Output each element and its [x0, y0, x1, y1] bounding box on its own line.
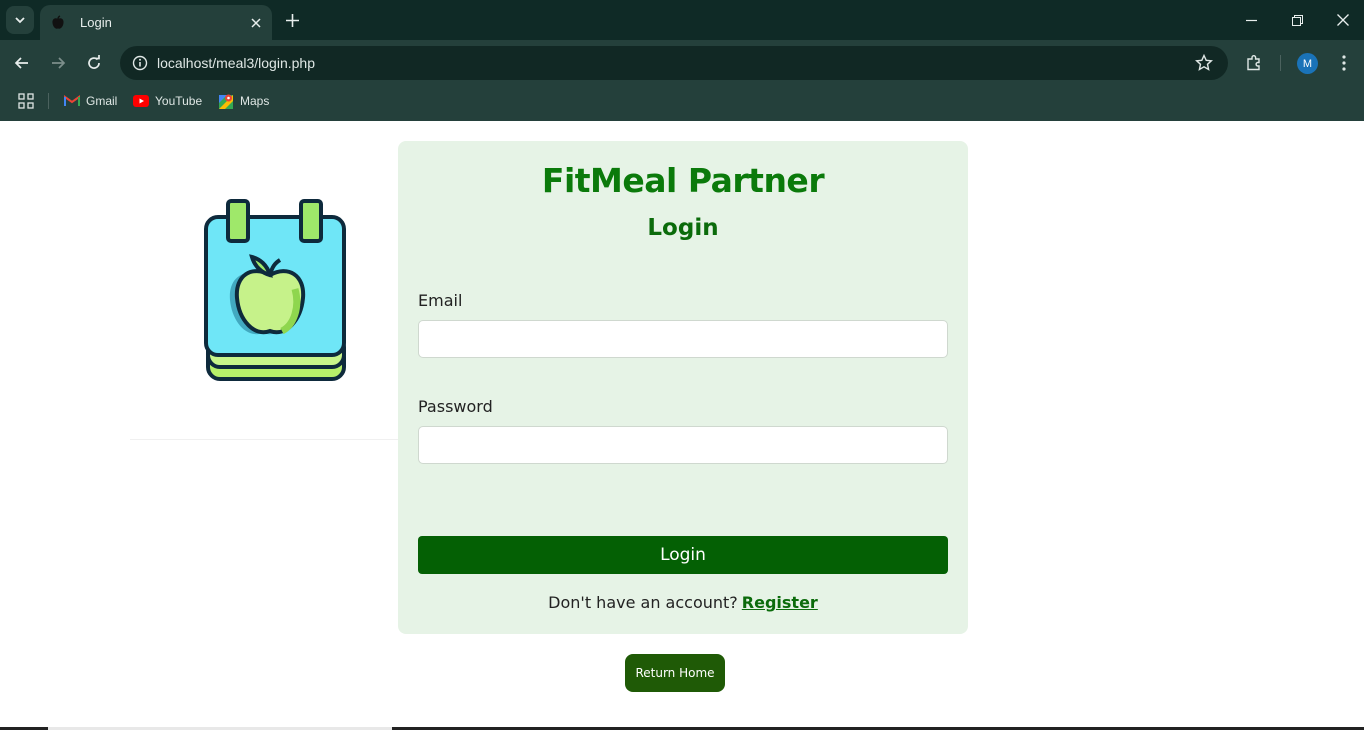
maps-icon [218, 93, 234, 109]
password-field[interactable] [418, 426, 948, 464]
apps-grid-icon[interactable] [17, 92, 35, 110]
apple-favicon-icon [50, 14, 66, 31]
arrow-right-icon [52, 57, 66, 69]
bookmark-label: YouTube [155, 94, 203, 108]
minimize-button[interactable] [1228, 0, 1274, 40]
email-label: Email [418, 291, 463, 310]
bookmark-youtube[interactable]: YouTube [133, 92, 202, 110]
reload-icon [88, 55, 100, 69]
tab-search-button[interactable] [6, 6, 34, 34]
bookmark-gmail[interactable]: Gmail [64, 92, 117, 110]
page-content: FitMeal Partner Login Email Password Log… [0, 121, 1364, 730]
brand-title: FitMeal Partner [541, 161, 825, 200]
page-title: Login [647, 215, 719, 241]
extensions-icon[interactable] [1240, 49, 1268, 77]
restore-button[interactable] [1274, 0, 1320, 40]
url-text: localhost/meal3/login.php [157, 55, 315, 71]
address-bar[interactable]: localhost/meal3/login.php [120, 46, 1228, 80]
profile-avatar[interactable]: M [1297, 53, 1318, 74]
close-window-button[interactable] [1320, 0, 1364, 40]
login-button[interactable]: Login [418, 536, 948, 574]
minimize-icon [1245, 19, 1257, 21]
divider [130, 439, 398, 440]
browser-toolbar: localhost/meal3/login.php [0, 40, 1364, 86]
bookmark-maps[interactable]: Maps [218, 92, 269, 110]
register-prompt-row: Don't have an account? Register [398, 593, 968, 612]
new-tab-button[interactable] [280, 8, 304, 32]
plus-icon [285, 13, 299, 27]
close-icon [1337, 14, 1349, 26]
site-info-icon[interactable] [128, 51, 152, 75]
bookmarks-separator [48, 93, 49, 109]
forward-button[interactable] [44, 49, 72, 77]
back-button[interactable] [8, 49, 36, 77]
toolbar-divider [1280, 55, 1281, 71]
arrow-left-icon [14, 57, 28, 69]
bookmarks-bar: Gmail YouTube Maps [0, 86, 1364, 121]
register-link[interactable]: Register [742, 593, 818, 612]
browser-titlebar: Login [0, 0, 1364, 40]
bookmark-star-icon[interactable] [1192, 51, 1216, 75]
bookmark-label: Gmail [86, 94, 118, 108]
gmail-icon [64, 93, 80, 109]
calendar-apple-logo [204, 199, 346, 381]
youtube-icon [133, 93, 149, 109]
password-label: Password [418, 397, 493, 416]
bookmark-label: Maps [240, 94, 270, 108]
browser-tab[interactable]: Login [40, 5, 272, 40]
login-card: FitMeal Partner Login Email Password Log… [398, 141, 968, 634]
close-tab-icon[interactable] [246, 13, 266, 33]
register-prompt-text: Don't have an account? [548, 593, 738, 612]
chevron-down-icon [15, 17, 25, 24]
email-field[interactable] [418, 320, 948, 358]
reload-button[interactable] [80, 49, 108, 77]
return-home-button[interactable]: Return Home [625, 654, 725, 692]
restore-icon [1291, 14, 1303, 26]
tab-title: Login [80, 15, 112, 30]
more-menu-icon[interactable] [1330, 49, 1358, 77]
